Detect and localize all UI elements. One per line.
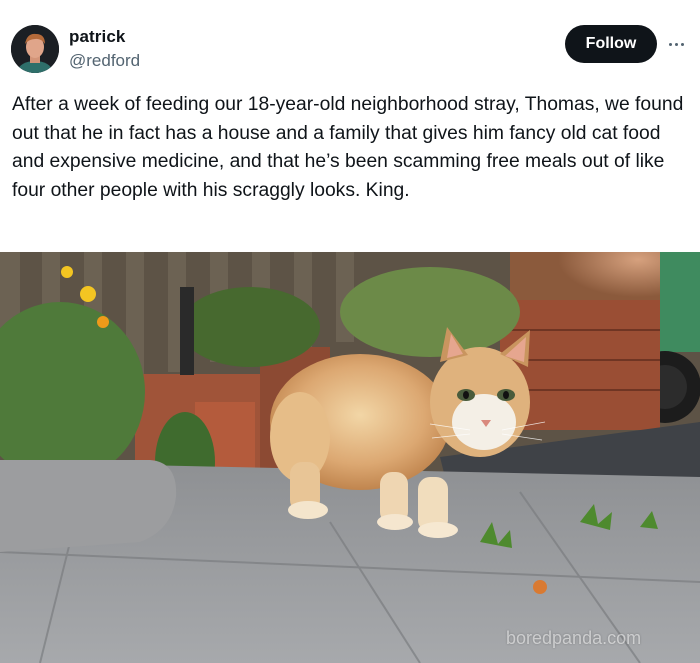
follow-button[interactable]: Follow [565,25,657,63]
post-card: patrick @redford Follow After a week of … [0,0,700,663]
avatar-image [11,25,59,73]
watermark: boredpanda.com [506,628,642,648]
post-text: After a week of feeding our 18-year-old … [12,94,684,201]
author-handle[interactable]: @redford [69,51,140,71]
avatar[interactable] [11,25,59,73]
author-display-name[interactable]: patrick [69,27,125,47]
post-photo[interactable] [0,252,700,663]
more-horizontal-icon[interactable] [664,34,688,54]
